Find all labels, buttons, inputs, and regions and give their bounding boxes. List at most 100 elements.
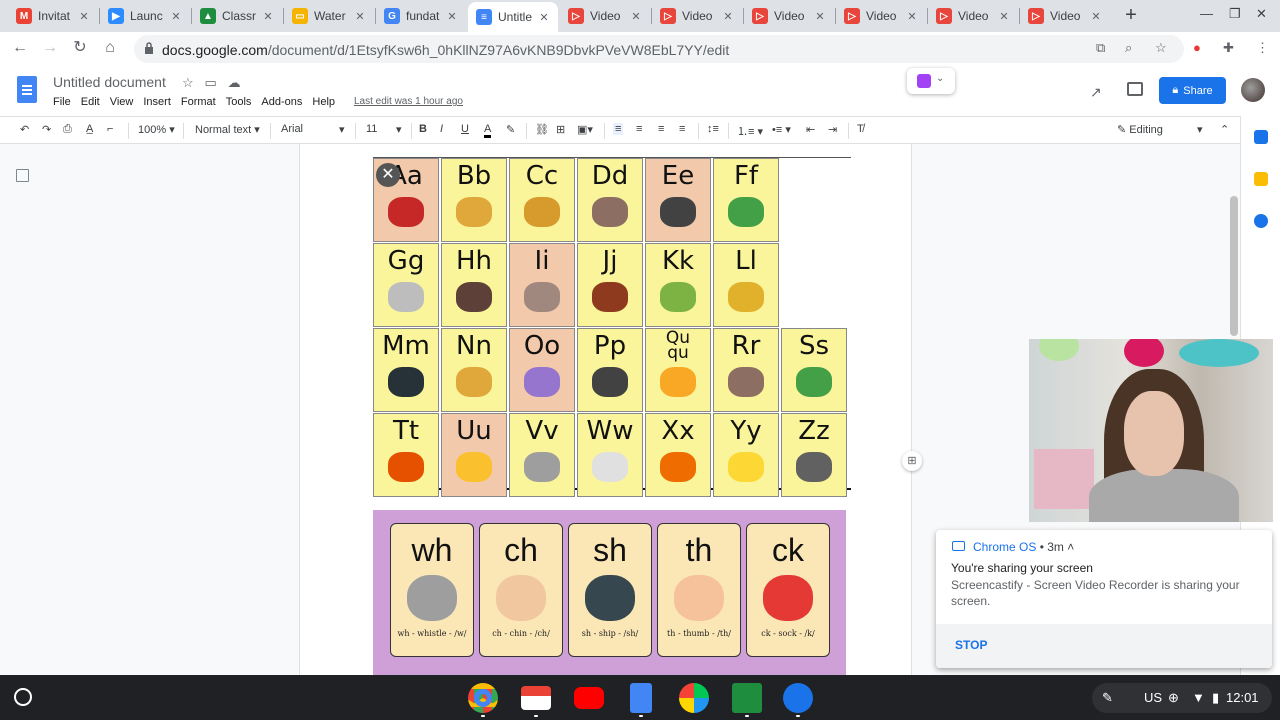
stylus-icon[interactable]: ✎ [1102, 690, 1113, 706]
close-tab-icon[interactable]: ✕ [260, 10, 276, 23]
menu-help[interactable]: Help [312, 96, 335, 108]
style-select[interactable]: Normal text ▾ [195, 123, 263, 136]
close-icon[interactable]: ✕ [376, 163, 400, 187]
bold-button[interactable]: B [419, 123, 427, 135]
activity-trend-icon[interactable]: ↗ [1090, 84, 1102, 101]
tab-11[interactable]: ▷ Video ✕ [928, 2, 1018, 30]
tab-2[interactable]: ▶ Launc ✕ [100, 2, 190, 30]
close-tab-icon[interactable]: ✕ [352, 10, 368, 23]
screencastify-extension-icon[interactable]: ● [1193, 40, 1201, 55]
open-in-new-icon[interactable]: ⧉ [1096, 40, 1105, 56]
home-icon[interactable]: ⌂ [100, 38, 120, 58]
calendar-icon[interactable] [1254, 130, 1268, 144]
justify-icon[interactable]: ≡ [679, 123, 685, 135]
insert-image-icon[interactable]: ▣▾ [577, 123, 593, 136]
spellcheck-icon[interactable]: A̲ [86, 123, 93, 135]
gmail-icon[interactable] [521, 686, 551, 710]
close-tab-icon[interactable]: ✕ [996, 10, 1012, 23]
paint-format-icon[interactable]: ⌐ [107, 123, 113, 135]
add-circle-icon[interactable]: ⊕ [1168, 690, 1179, 706]
numbered-list-icon[interactable]: ⒈≡ ▾ [737, 123, 763, 139]
comment-history-icon[interactable] [1127, 82, 1143, 96]
zoom-select[interactable]: 100% ▾ [138, 123, 175, 136]
tab-10[interactable]: ▷ Video ✕ [836, 2, 926, 30]
tab-5[interactable]: Gfundat ✕ [376, 2, 466, 30]
tab-4[interactable]: ▭ Water ✕ [284, 2, 374, 30]
increase-indent-icon[interactable]: ⇥ [828, 123, 837, 136]
tab-7[interactable]: ▷ Video ✕ [560, 2, 650, 30]
italic-button[interactable]: I [440, 123, 443, 135]
keep-icon[interactable] [1254, 172, 1268, 186]
close-tab-icon[interactable]: ✕ [168, 10, 184, 23]
highlight-icon[interactable]: ✎ [506, 123, 515, 136]
align-center-icon[interactable]: ≡ [636, 123, 642, 135]
font-select[interactable]: Arial ▾ [281, 123, 349, 136]
tasks-icon[interactable] [1254, 214, 1268, 228]
tab-8[interactable]: ▷ Video ✕ [652, 2, 742, 30]
vertical-scrollbar[interactable] [1230, 196, 1238, 336]
underline-button[interactable]: U [461, 123, 469, 135]
redo-icon[interactable]: ↷ [42, 123, 51, 136]
google-docs-icon[interactable] [630, 683, 652, 713]
digraph-chart-image[interactable]: wh wh - whistle - /w/ch ch - chin - /ch/sh… [373, 510, 846, 675]
text-color-button[interactable]: A [484, 123, 492, 138]
play-store-icon[interactable] [679, 683, 709, 713]
close-tab-icon[interactable]: ✕ [904, 10, 920, 23]
document-title[interactable]: Untitled document [53, 74, 166, 90]
close-tab-icon[interactable]: ✕ [812, 10, 828, 23]
youtube-icon[interactable] [574, 687, 604, 709]
tab-6[interactable]: ≡ Untitle ✕ [468, 2, 558, 32]
extensions-puzzle-icon[interactable]: ✚ [1223, 40, 1234, 56]
menu-tools[interactable]: Tools [226, 96, 252, 108]
close-tab-icon[interactable]: ✕ [720, 10, 736, 23]
share-button[interactable]: 🔒︎ Share [1159, 77, 1226, 104]
outline-icon[interactable] [16, 169, 29, 182]
add-comment-button[interactable]: ⊞ [902, 451, 922, 471]
add-comment-icon[interactable]: ⊞ [556, 123, 565, 136]
close-tab-icon[interactable]: ✕ [444, 10, 460, 23]
bulleted-list-icon[interactable]: •≡ ▾ [772, 123, 791, 136]
forward-icon[interactable]: → [40, 38, 60, 58]
last-edit-link[interactable]: Last edit was 1 hour ago [354, 96, 463, 107]
editing-mode-select[interactable]: ✎ Editing ▾ [1117, 123, 1207, 136]
addon-extension-button[interactable]: ⌄ [907, 68, 955, 94]
collapse-toolbar-icon[interactable]: ⌃ [1220, 123, 1229, 136]
chrome-menu-icon[interactable]: ⋮ [1256, 40, 1269, 56]
alphabet-chart-image[interactable]: ✕ Aa Bb Cc Dd Ee Ff Gg Hh Ii Jj Kk Ll Mm Nn Oo Pp Qu qu R… [373, 157, 851, 497]
menu-insert[interactable]: Insert [143, 96, 171, 108]
move-folder-icon[interactable]: ▭ [205, 75, 217, 90]
chrome-icon[interactable] [468, 683, 498, 713]
undo-icon[interactable]: ↶ [20, 123, 29, 136]
close-window-button[interactable]: ✕ [1256, 6, 1267, 22]
menu-format[interactable]: Format [181, 96, 216, 108]
cloud-saved-icon[interactable]: ☁ [228, 75, 241, 90]
document-page[interactable]: ✕ Aa Bb Cc Dd Ee Ff Gg Hh Ii Jj Kk Ll Mm Nn Oo Pp Qu qu R… [299, 144, 912, 675]
address-bar[interactable]: docs.google.com/document/d/1EtsyfKsw6h_0… [134, 35, 1184, 63]
reload-icon[interactable]: ↻ [70, 38, 90, 58]
menu-edit[interactable]: Edit [81, 96, 100, 108]
print-icon[interactable]: ⎙ [63, 123, 72, 136]
clear-formatting-icon[interactable]: T̸ [857, 123, 864, 135]
maximize-button[interactable]: ❐ [1229, 6, 1241, 22]
minimize-button[interactable]: — [1200, 6, 1213, 21]
menu-addons[interactable]: Add-ons [261, 96, 302, 108]
close-tab-icon[interactable]: ✕ [1088, 10, 1104, 23]
font-size-select[interactable]: 11 ▾ [366, 123, 406, 136]
close-tab-icon[interactable]: ✕ [628, 10, 644, 23]
tab-12[interactable]: ▷ Video ✕ [1020, 2, 1110, 30]
close-tab-icon[interactable]: ✕ [76, 10, 92, 23]
menu-file[interactable]: File [53, 96, 71, 108]
line-spacing-icon[interactable]: ↕≡ [707, 123, 719, 135]
status-tray[interactable]: ✎ US ⊕ ▼ ▮ 12:01 [1092, 683, 1272, 713]
input-locale[interactable]: US [1144, 690, 1162, 705]
menu-view[interactable]: View [110, 96, 134, 108]
link-icon[interactable]: ⛓ [535, 123, 549, 136]
docs-logo-icon[interactable] [17, 76, 37, 103]
tab-1[interactable]: M Invitat ✕ [8, 2, 98, 30]
files-icon[interactable] [783, 683, 813, 713]
tab-3[interactable]: ▲ Classr ✕ [192, 2, 282, 30]
google-classroom-icon[interactable] [732, 683, 762, 713]
decrease-indent-icon[interactable]: ⇤ [806, 123, 815, 136]
webcam-overlay[interactable] [1029, 339, 1273, 522]
zoom-icon[interactable]: ⌕ [1125, 40, 1132, 56]
